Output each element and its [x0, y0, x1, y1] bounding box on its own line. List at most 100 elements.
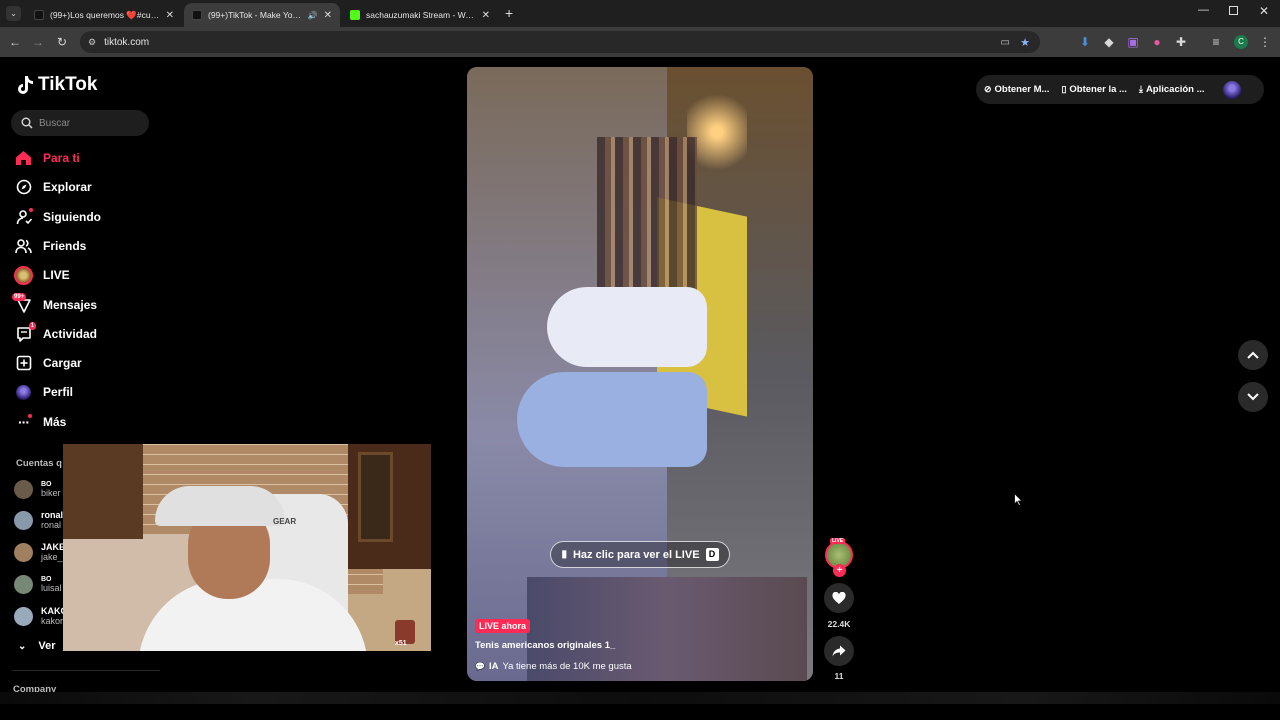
sidebar-item-perfil[interactable]: Perfil — [14, 380, 73, 404]
kick-favicon-icon — [350, 10, 360, 20]
browser-toolbar: ← → ↻ ⚙ tiktok.com ▭ ★ ⬇ ◆ ▣ ● ✚ ≡ C ⋮ — [0, 27, 1280, 57]
account-handle: luisal — [41, 583, 62, 593]
close-icon[interactable]: ✕ — [324, 10, 332, 21]
sidebar-item-friends[interactable]: Friends — [14, 234, 86, 258]
bookmark-star-icon[interactable]: ★ — [1020, 36, 1030, 49]
browser-tab-3[interactable]: sachauzumaki Stream - Watch ✕ — [342, 3, 498, 27]
minimize-button[interactable]: — — [1198, 4, 1209, 16]
close-icon[interactable]: ✕ — [482, 10, 490, 21]
browser-tab-2[interactable]: (99+)TikTok - Make Your Da 🔊 ✕ — [184, 3, 340, 27]
download-icon: ⤓ — [1138, 84, 1143, 94]
sidebar-item-explorar[interactable]: Explorar — [14, 175, 92, 199]
media-control-icon[interactable]: ≡ — [1208, 34, 1224, 50]
avatar — [14, 480, 33, 499]
follow-plus-button[interactable]: + — [833, 564, 846, 577]
account-item[interactable]: BO luisal — [14, 575, 62, 594]
extension-purple-icon[interactable]: ▣ — [1125, 34, 1141, 50]
tiktok-logo[interactable]: TikTok — [16, 74, 97, 96]
video-subtitle: 💬 IA Ya tiene más de 10K me gusta — [475, 661, 632, 672]
avatar — [14, 510, 33, 530]
like-button[interactable] — [824, 583, 854, 613]
sidebar-item-label: Para ti — [43, 151, 80, 165]
extensions-puzzle-icon[interactable]: ✚ — [1173, 34, 1189, 50]
activity-badge: 1 — [28, 321, 36, 330]
profile-avatar[interactable]: C — [1234, 35, 1248, 49]
sidebar-item-mensajes[interactable]: 99+ Mensajes — [12, 292, 97, 317]
restore-button[interactable] — [1229, 6, 1238, 15]
account-item[interactable]: BO biker — [14, 480, 61, 499]
forward-arrow-icon[interactable]: → — [30, 34, 46, 50]
download-extension-icon[interactable]: ⬇ — [1077, 34, 1093, 50]
chevron-up-icon — [1247, 351, 1259, 359]
user-avatar[interactable] — [1222, 80, 1241, 99]
sidebar-item-label: Cargar — [43, 356, 82, 370]
sidebar-item-cargar[interactable]: Cargar — [14, 351, 82, 375]
avatar — [14, 542, 33, 562]
menu-kebab-icon[interactable]: ⋮ — [1257, 34, 1273, 50]
chevron-down-icon: ⌄ — [18, 640, 27, 652]
share-arrow-icon — [832, 645, 846, 657]
extension-diamond-icon[interactable]: ◆ — [1101, 34, 1117, 50]
extension-pink-icon[interactable]: ● — [1149, 34, 1165, 50]
url-text: tiktok.com — [104, 36, 150, 48]
compass-icon — [14, 178, 33, 197]
sticker: x51 — [395, 620, 415, 647]
browser-tab-1[interactable]: (99+)Los queremos ❤️#cuidem ✕ — [26, 3, 182, 27]
next-video-button[interactable] — [1238, 382, 1268, 412]
following-icon — [14, 207, 33, 227]
get-app-label: Obtener la ... — [1069, 84, 1127, 95]
account-name: BO — [41, 481, 52, 488]
messages-icon: 99+ — [12, 292, 33, 315]
site-info-icon[interactable]: ⚙ — [88, 37, 96, 48]
desktop-app-label: Aplicación ... — [1145, 84, 1205, 95]
upload-icon — [14, 354, 33, 373]
account-item[interactable]: ronal ronal — [14, 510, 63, 530]
video-player[interactable]: ▮ Haz clic para ver el LIVE D LIVE ahora… — [467, 67, 813, 681]
see-more-label: Ver — [38, 640, 56, 652]
new-tab-button[interactable]: + — [505, 5, 513, 21]
home-icon — [14, 149, 33, 168]
get-coins-button[interactable]: ⊘ Obtener M... — [984, 84, 1049, 95]
activity-icon: 1 — [14, 321, 36, 344]
search-icon — [21, 117, 33, 129]
account-handle: ronal — [41, 520, 62, 530]
account-item[interactable]: JAKE jake_ — [14, 542, 65, 562]
search-box[interactable] — [11, 110, 149, 136]
tab-title: (99+)Los queremos ❤️#cuidem — [50, 9, 160, 20]
tiktok-note-icon — [18, 76, 33, 94]
account-handle: jake_ — [41, 552, 63, 562]
reload-icon[interactable]: ↻ — [54, 34, 70, 50]
previous-video-button[interactable] — [1238, 340, 1268, 370]
speaker-icon[interactable]: 🔊 — [308, 11, 318, 20]
back-arrow-icon[interactable]: ← — [7, 34, 23, 50]
search-input[interactable] — [39, 117, 139, 129]
sidebar-item-mas[interactable]: ··· Más — [14, 410, 66, 434]
dancer-white-dress — [547, 287, 707, 367]
sidebar-item-para-ti[interactable]: Para ti — [14, 146, 80, 170]
account-item[interactable]: KAKO kakor — [14, 606, 68, 626]
chevron-down-icon — [1247, 393, 1259, 401]
messages-badge: 99+ — [12, 292, 27, 301]
desktop-app-button[interactable]: ⤓ Aplicación ... — [1139, 84, 1205, 95]
close-window-button[interactable]: ✕ — [1259, 4, 1269, 18]
tab-search-button[interactable]: ⌄ — [6, 6, 21, 21]
live-now-badge: LIVE ahora — [475, 619, 531, 633]
share-button[interactable] — [824, 636, 854, 666]
sidebar-item-siguiendo[interactable]: Siguiendo — [14, 205, 101, 229]
sidebar-item-actividad[interactable]: 1 Actividad — [14, 321, 97, 346]
get-app-button[interactable]: ▯ Obtener la ... — [1061, 84, 1127, 95]
ai-label: IA — [488, 661, 499, 672]
sidebar-item-live[interactable]: LIVE — [14, 263, 70, 287]
close-icon[interactable]: ✕ — [166, 10, 174, 21]
watch-live-button[interactable]: ▮ Haz clic para ver el LIVE D — [550, 541, 730, 568]
dancer-blue-dress — [517, 372, 707, 467]
cast-icon[interactable]: ▭ — [1001, 37, 1010, 48]
webcam-overlay: GEAR x51 — [63, 444, 431, 651]
profile-icon — [14, 383, 33, 402]
sidebar-divider — [12, 670, 160, 671]
notification-dot — [28, 413, 32, 418]
like-count: 22.4K — [827, 619, 851, 629]
cap-text: GEAR — [273, 517, 297, 526]
see-more-button[interactable]: ⌄ Ver — [18, 640, 56, 652]
address-bar[interactable]: ⚙ tiktok.com ▭ ★ — [80, 31, 1040, 53]
